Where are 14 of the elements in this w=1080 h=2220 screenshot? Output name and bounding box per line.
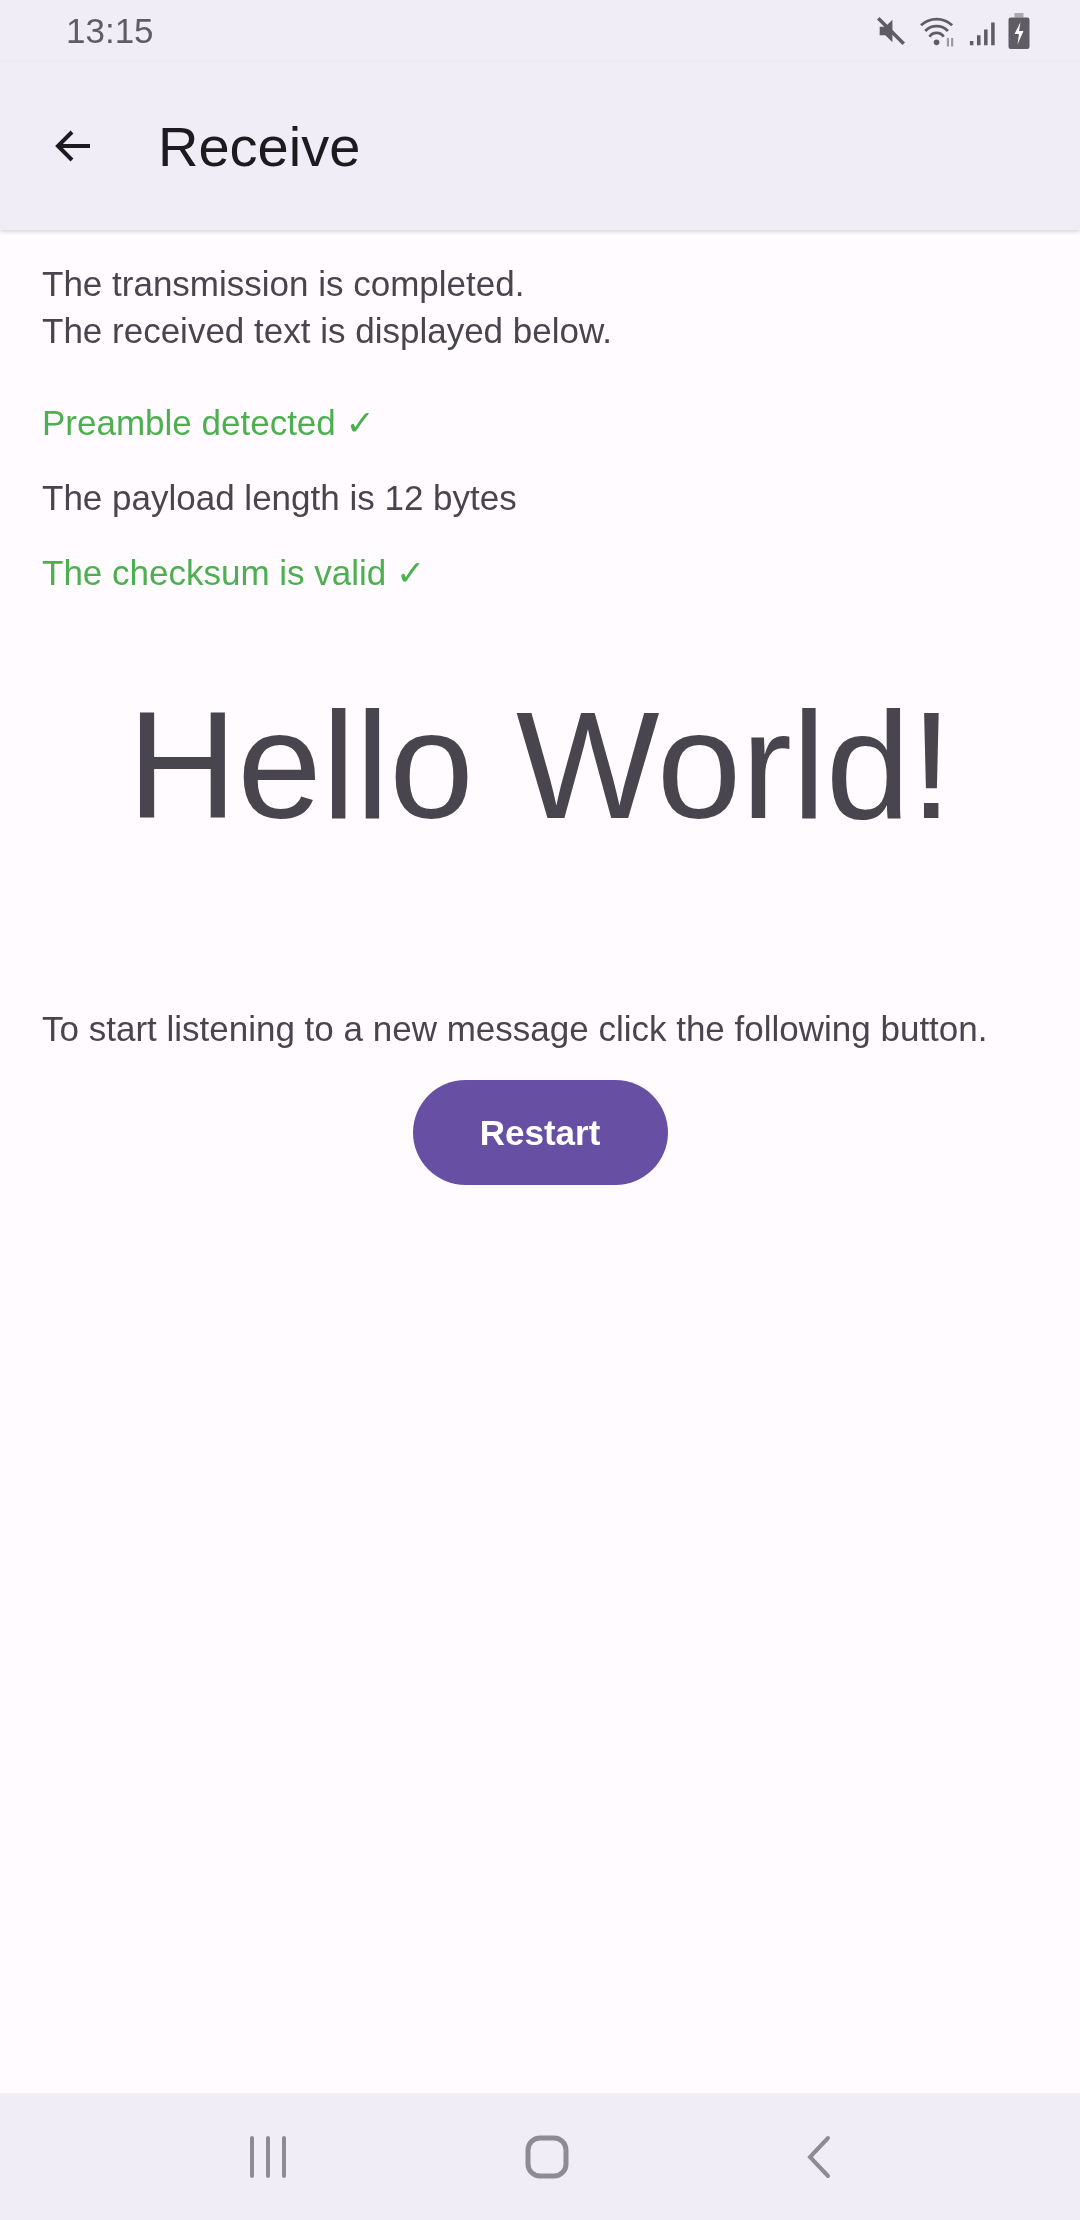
received-message: Hello World! <box>126 679 954 852</box>
status-message: The transmission is completed. The received text is displayed below. <box>42 263 614 352</box>
check-result: Preamble detected ✓ <box>42 402 376 444</box>
check-result: The payload length is 12 bytes <box>42 477 518 519</box>
restart-button[interactable]: Restart <box>412 1080 668 1185</box>
home-icon[interactable] <box>525 2134 569 2179</box>
recent-apps-icon[interactable] <box>248 2135 289 2178</box>
screen-title: Receive <box>158 113 361 179</box>
mute-icon <box>874 14 908 48</box>
status-time: 13:15 <box>66 11 154 51</box>
instruction-text: To start listening to a new message click the following button. <box>42 1008 989 1050</box>
back-icon[interactable] <box>805 2134 832 2179</box>
battery-icon <box>1008 13 1030 49</box>
check-result: The checksum is valid ✓ <box>42 552 427 594</box>
